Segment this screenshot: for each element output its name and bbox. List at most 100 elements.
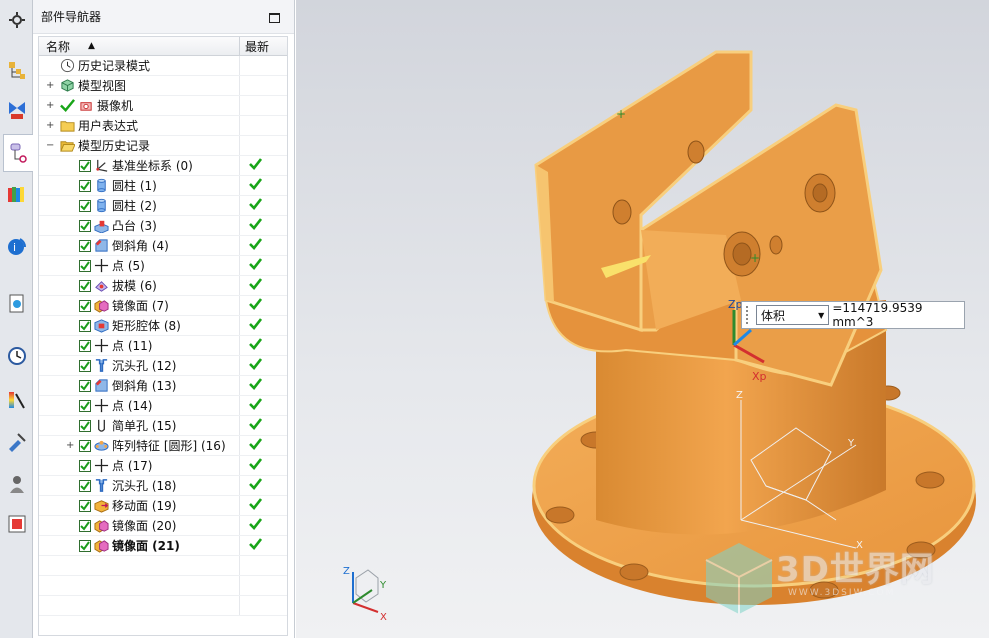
- expand-icon[interactable]: +: [46, 101, 54, 111]
- tree-row[interactable]: 凸台 (3): [39, 216, 287, 236]
- graphics-window[interactable]: Zp Xp Z Y X + + Z Y X 体积 ▼ =114719.9539 …: [296, 0, 989, 638]
- tree-item-label: 基准坐标系 (0): [112, 159, 193, 173]
- visibility-checkbox[interactable]: [79, 439, 91, 452]
- measure-result-box: 体积 ▼ =114719.9539 mm^3: [741, 301, 965, 329]
- tree-row[interactable]: 简单孔 (15): [39, 416, 287, 436]
- tree-row[interactable]: 点 (11): [39, 336, 287, 356]
- system-scene-icon[interactable]: [3, 510, 30, 537]
- tree-row[interactable]: 点 (17): [39, 456, 287, 476]
- visibility-checkbox[interactable]: [79, 239, 91, 252]
- tree-row[interactable]: 镜像面 (20): [39, 516, 287, 536]
- collapse-icon[interactable]: −: [46, 141, 54, 151]
- tree-row[interactable]: 基准坐标系 (0): [39, 156, 287, 176]
- tree-row[interactable]: 历史记录模式: [39, 56, 287, 76]
- tree-item-label: 矩形腔体 (8): [112, 319, 181, 333]
- visibility-checkbox[interactable]: [79, 159, 91, 172]
- tree-item-label: 沉头孔 (12): [112, 359, 177, 373]
- tree-row[interactable]: 镜像面 (7): [39, 296, 287, 316]
- tree-row[interactable]: 拔模 (6): [39, 276, 287, 296]
- tree-cell-latest: [240, 176, 287, 195]
- tree-row[interactable]: + 摄像机: [39, 96, 287, 116]
- tree-row[interactable]: 点 (5): [39, 256, 287, 276]
- process-studio-icon[interactable]: [3, 428, 30, 455]
- tree-item-label: 拔模 (6): [112, 279, 157, 293]
- up-to-date-check-icon: [249, 158, 263, 173]
- visibility-checkbox[interactable]: [79, 419, 91, 432]
- visibility-checkbox[interactable]: [79, 379, 91, 392]
- tree-body: 历史记录模式 + 模型视图 + 摄像机 + 用户表达式 − 模型历史记录基准坐标系 (0) 圆柱 …: [39, 56, 287, 616]
- camera-icon: [78, 98, 94, 114]
- tree-row[interactable]: 倒斜角 (4): [39, 236, 287, 256]
- visibility-checkbox[interactable]: [79, 219, 91, 232]
- tree-row[interactable]: + 阵列特征 [圆形] (16): [39, 436, 287, 456]
- up-to-date-check-icon: [249, 398, 263, 413]
- clock-history-icon[interactable]: [3, 342, 30, 369]
- tree-cell-name: + 摄像机: [39, 96, 240, 115]
- tree-row[interactable]: + 用户表达式: [39, 116, 287, 136]
- tree-row[interactable]: 矩形腔体 (8): [39, 316, 287, 336]
- visibility-checkbox[interactable]: [79, 279, 91, 292]
- system-materials-icon[interactable]: [3, 386, 30, 413]
- up-to-date-check-icon: [249, 298, 263, 313]
- tree-item-label: 点 (5): [112, 259, 145, 273]
- tree-row[interactable]: + 模型视图: [39, 76, 287, 96]
- expand-icon[interactable]: +: [66, 441, 74, 451]
- visibility-checkbox[interactable]: [79, 479, 91, 492]
- part-navigator: 部件导航器 名称 ▲ 最新 历史记录模式 + 模型视图 + 摄像机 + 用户表达式 − 模型历史…: [33, 0, 295, 638]
- tree-item-label: 模型历史记录: [78, 139, 151, 153]
- empty-row: [39, 576, 287, 596]
- part-navigator-icon[interactable]: [3, 134, 34, 172]
- model-view-icon: [59, 78, 75, 94]
- up-to-date-check-icon: [249, 318, 263, 333]
- chamfer-icon: [93, 378, 109, 394]
- visibility-checkbox[interactable]: [79, 399, 91, 412]
- column-header-name[interactable]: 名称 ▲: [39, 37, 240, 55]
- tree-cell-latest: [240, 496, 287, 515]
- visibility-checkbox[interactable]: [79, 539, 91, 552]
- maximize-icon[interactable]: [269, 13, 280, 23]
- reuse-library-icon[interactable]: [3, 180, 30, 207]
- tree-row[interactable]: 镜像面 (21): [39, 536, 287, 556]
- visibility-checkbox[interactable]: [79, 519, 91, 532]
- assembly-navigator-icon[interactable]: [3, 56, 30, 83]
- web-browser-icon[interactable]: i: [3, 232, 30, 259]
- empty-cell: [240, 576, 287, 595]
- tree-cell-latest: [240, 96, 287, 115]
- expand-icon[interactable]: +: [46, 121, 54, 131]
- empty-cell: [39, 596, 240, 615]
- tree-row[interactable]: 点 (14): [39, 396, 287, 416]
- tree-item-label: 历史记录模式: [78, 59, 151, 73]
- counterbore-hole-icon: [93, 478, 109, 494]
- tree-row[interactable]: 沉头孔 (18): [39, 476, 287, 496]
- tree-item-label: 镜像面 (7): [112, 299, 169, 313]
- triad-y-label: Y: [379, 580, 387, 591]
- history-icon[interactable]: [3, 290, 30, 317]
- visibility-checkbox[interactable]: [79, 199, 91, 212]
- tree-row[interactable]: 沉头孔 (12): [39, 356, 287, 376]
- up-to-date-check-icon: [249, 478, 263, 493]
- visibility-checkbox[interactable]: [79, 339, 91, 352]
- visibility-checkbox[interactable]: [79, 299, 91, 312]
- tree-row[interactable]: 圆柱 (2): [39, 196, 287, 216]
- visibility-checkbox[interactable]: [79, 259, 91, 272]
- column-header-latest[interactable]: 最新: [240, 37, 287, 55]
- tree-row[interactable]: 圆柱 (1): [39, 176, 287, 196]
- drag-grip-icon[interactable]: [746, 306, 750, 324]
- expand-icon[interactable]: +: [46, 81, 54, 91]
- up-to-date-check-icon: [249, 178, 263, 193]
- constraint-navigator-icon[interactable]: [3, 96, 30, 123]
- visibility-checkbox[interactable]: [79, 179, 91, 192]
- visibility-checkbox[interactable]: [79, 459, 91, 472]
- tree-row[interactable]: − 模型历史记录: [39, 136, 287, 156]
- tree-header: 名称 ▲ 最新: [39, 37, 287, 56]
- settings-gear-icon[interactable]: [3, 6, 30, 33]
- up-to-date-check-icon: [249, 258, 263, 273]
- visibility-checkbox[interactable]: [79, 359, 91, 372]
- roles-icon[interactable]: [3, 470, 30, 497]
- visibility-checkbox[interactable]: [79, 319, 91, 332]
- tree-row[interactable]: 移动面 (19): [39, 496, 287, 516]
- tree-row[interactable]: 倒斜角 (13): [39, 376, 287, 396]
- visibility-checkbox[interactable]: [79, 499, 91, 512]
- measure-type-dropdown[interactable]: 体积 ▼: [755, 305, 830, 325]
- triad-x-label: X: [380, 612, 387, 623]
